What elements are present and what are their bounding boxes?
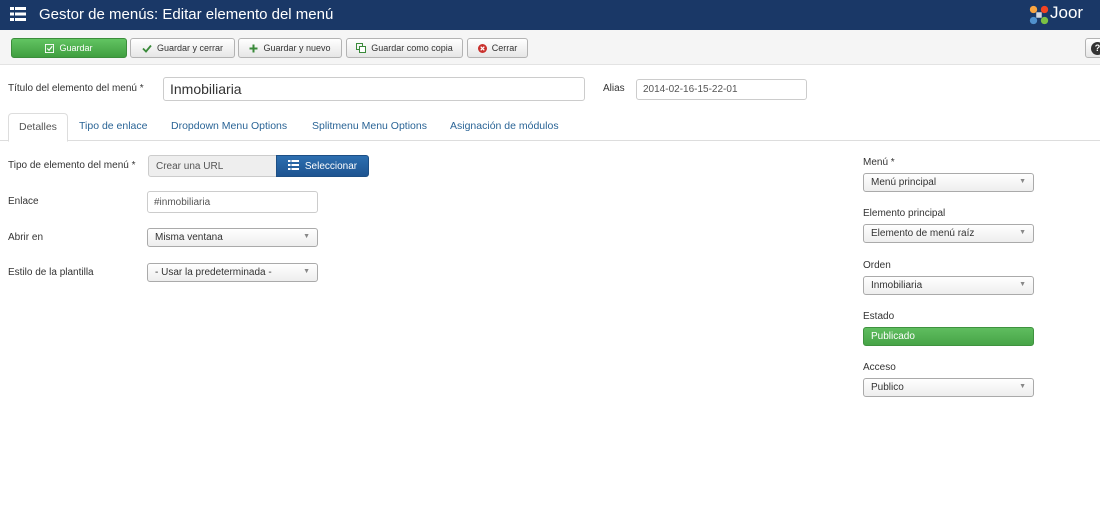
open-in-label: Abrir en (8, 232, 44, 243)
help-icon: ? (1091, 42, 1100, 55)
title-input[interactable]: Inmobiliaria (163, 77, 585, 101)
edit-icon (45, 43, 55, 53)
joomla-logo-icon (1029, 5, 1049, 25)
access-value: Publico (871, 382, 904, 393)
parent-value: Elemento de menú raíz (871, 228, 975, 239)
chevron-down-icon: ▼ (1019, 229, 1026, 236)
tab-splitmenu-options[interactable]: Splitmenu Menu Options (302, 113, 437, 141)
alias-input[interactable]: 2014-02-16-15-22-01 (636, 79, 807, 100)
template-select[interactable]: - Usar la predeterminada - ▼ (147, 263, 318, 282)
tab-tipo-enlace[interactable]: Tipo de enlace (69, 113, 158, 141)
status-label: Estado (863, 311, 895, 322)
save-close-label: Guardar y cerrar (156, 43, 224, 53)
parent-select[interactable]: Elemento de menú raíz ▼ (863, 224, 1034, 243)
logo-text: Joor (1050, 3, 1084, 22)
header-bar: Gestor de menús: Editar elemento del men… (0, 0, 1100, 30)
tab-bar: Detalles Tipo de enlace Dropdown Menu Op… (0, 113, 1100, 142)
list-menu-icon (10, 7, 26, 21)
chevron-down-icon: ▼ (1019, 383, 1026, 390)
save-button[interactable]: Guardar (11, 38, 127, 58)
close-label: Cerrar (491, 43, 518, 53)
access-select[interactable]: Publico ▼ (863, 378, 1034, 397)
tab-asignacion-modulos[interactable]: Asignación de módulos (440, 113, 569, 141)
chevron-down-icon: ▼ (1019, 281, 1026, 288)
template-label: Estilo de la plantilla (8, 267, 94, 278)
link-input[interactable]: #inmobiliaria (147, 191, 318, 213)
menu-label: Menú * (863, 157, 895, 168)
title-label: Título del elemento del menú * (8, 83, 144, 94)
type-label: Tipo de elemento del menú * (8, 160, 136, 171)
alias-label: Alias (603, 83, 625, 94)
save-new-button[interactable]: Guardar y nuevo (238, 38, 342, 58)
parent-label: Elemento principal (863, 208, 946, 219)
copy-icon (356, 43, 367, 53)
close-button[interactable]: Cerrar (467, 38, 528, 58)
open-in-value: Misma ventana (155, 232, 223, 243)
list-icon (287, 159, 299, 173)
page-title: Gestor de menús: Editar elemento del men… (39, 6, 334, 23)
order-value: Inmobiliaria (871, 280, 923, 291)
template-value: - Usar la predeterminada - (155, 267, 272, 278)
open-in-select[interactable]: Misma ventana ▼ (147, 228, 318, 247)
access-label: Acceso (863, 362, 896, 373)
status-select[interactable]: Publicado (863, 327, 1034, 346)
select-type-button[interactable]: Seleccionar (276, 155, 369, 177)
save-copy-button[interactable]: Guardar como copia (346, 38, 463, 58)
save-copy-label: Guardar como copia (371, 43, 453, 53)
status-value: Publicado (871, 331, 915, 342)
cancel-circle-icon (477, 43, 487, 53)
chevron-down-icon: ▼ (303, 233, 310, 240)
link-label: Enlace (8, 196, 39, 207)
menu-select[interactable]: Menú principal ▼ (863, 173, 1034, 192)
save-button-label: Guardar (59, 43, 93, 53)
select-type-label: Seleccionar (304, 160, 358, 172)
toolbar: Guardar Guardar y cerrar Guardar y nuevo… (0, 30, 1100, 65)
chevron-down-icon: ▼ (303, 268, 310, 275)
order-select[interactable]: Inmobiliaria ▼ (863, 276, 1034, 295)
chevron-down-icon: ▼ (1019, 178, 1026, 185)
menu-value: Menú principal (871, 177, 937, 188)
tab-detalles[interactable]: Detalles (8, 113, 68, 142)
plus-icon (249, 44, 258, 53)
save-close-button[interactable]: Guardar y cerrar (130, 38, 235, 58)
help-button[interactable]: ? (1085, 38, 1100, 58)
order-label: Orden (863, 260, 891, 271)
type-field: Crear una URL (148, 155, 277, 177)
check-icon (142, 44, 152, 53)
tab-dropdown-options[interactable]: Dropdown Menu Options (161, 113, 297, 141)
save-new-label: Guardar y nuevo (263, 43, 331, 53)
